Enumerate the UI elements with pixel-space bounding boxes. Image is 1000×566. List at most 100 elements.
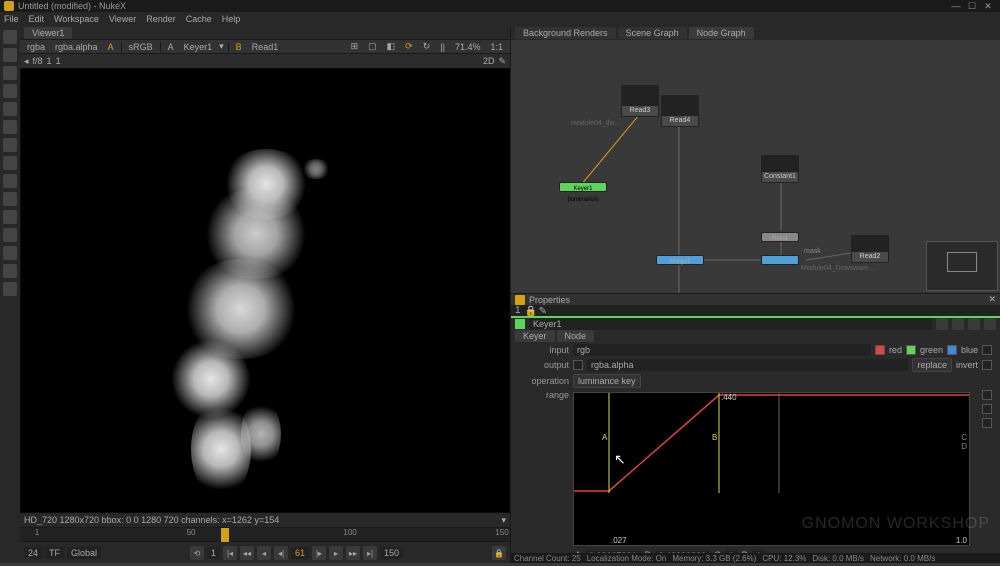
node-roto1[interactable]: Roto1 <box>761 232 799 242</box>
play-fwd-icon[interactable]: ▸ <box>329 546 343 560</box>
node-color-icon[interactable] <box>515 319 525 329</box>
replace-select[interactable]: replace <box>912 358 952 372</box>
node-close-icon[interactable] <box>984 318 996 330</box>
node-redo-icon[interactable] <box>952 318 964 330</box>
tool-deep-icon[interactable] <box>3 228 17 242</box>
node-name-field[interactable]: Keyer1 <box>529 318 932 330</box>
tool-filter-icon[interactable] <box>3 120 17 134</box>
range-start[interactable]: 1 <box>207 547 220 559</box>
ipr-icon[interactable]: || <box>437 42 448 52</box>
menu-render[interactable]: Render <box>146 14 176 24</box>
first-frame-icon[interactable]: |◂ <box>223 546 237 560</box>
aperture-display[interactable]: f/8 <box>33 56 43 66</box>
node-read4[interactable]: Read4 <box>661 95 699 127</box>
channel-letter[interactable]: A <box>105 42 117 52</box>
node-graph[interactable]: Read3 Read4 module04_dw... Constant1 Key… <box>511 40 1000 293</box>
range-btn-1[interactable] <box>982 390 992 400</box>
current-frame[interactable]: 61 <box>291 547 309 559</box>
proxy-icon[interactable]: ◧ <box>384 41 399 52</box>
tool-keyer-icon[interactable] <box>3 138 17 152</box>
timeline-ruler[interactable]: 1 50 100 150 <box>20 528 510 542</box>
tool-other-icon[interactable] <box>3 282 17 296</box>
input-a-select[interactable]: Keyer1 <box>181 42 216 52</box>
tool-particles-icon[interactable] <box>3 210 17 224</box>
menu-edit[interactable]: Edit <box>29 14 45 24</box>
tool-time-icon[interactable] <box>3 66 17 80</box>
timeformat-select[interactable]: TF <box>45 547 64 559</box>
play-back-icon[interactable]: ◂ <box>257 546 271 560</box>
step-fwd-icon[interactable]: |▸ <box>312 546 326 560</box>
frame-display2[interactable]: 1 <box>56 56 61 66</box>
viewer-canvas[interactable] <box>20 68 510 513</box>
blue-checkbox[interactable] <box>947 345 957 355</box>
ratio-display[interactable]: 1:1 <box>487 42 506 52</box>
menu-viewer[interactable]: Viewer <box>109 14 136 24</box>
wipe-icon[interactable]: ✎ <box>498 56 506 67</box>
tool-3d-icon[interactable] <box>3 192 17 206</box>
node-constant1[interactable]: Constant1 <box>761 155 799 183</box>
tab-background-renders[interactable]: Background Renders <box>515 27 616 39</box>
tool-transform-icon[interactable] <box>3 174 17 188</box>
loop-icon[interactable]: ⟲ <box>190 546 204 560</box>
pause-icon[interactable]: ⟳ <box>402 41 416 52</box>
prev-frame-icon[interactable]: ◂ <box>24 56 29 67</box>
menu-cache[interactable]: Cache <box>186 14 212 24</box>
maximize-button[interactable]: ☐ <box>964 1 980 12</box>
tool-metadata-icon[interactable] <box>3 264 17 278</box>
input-channel-select[interactable]: rgb <box>573 344 871 356</box>
node-graph-minimap[interactable] <box>926 241 998 291</box>
last-frame-icon[interactable]: ▸| <box>363 546 377 560</box>
roi-icon[interactable]: ▢ <box>365 41 380 52</box>
operation-select[interactable]: luminance key <box>573 374 641 388</box>
output-none-checkbox[interactable] <box>573 360 583 370</box>
tab-scene-graph[interactable]: Scene Graph <box>618 27 687 39</box>
viewer-tab[interactable]: Viewer1 <box>24 27 72 39</box>
node-keyer1[interactable]: Keyer1 (luminance) <box>559 182 607 192</box>
red-checkbox[interactable] <box>875 345 885 355</box>
colorspace-select[interactable]: sRGB <box>126 42 156 52</box>
step-back-icon[interactable]: ◂| <box>274 546 288 560</box>
range-btn-3[interactable] <box>982 418 992 428</box>
range-btn-2[interactable] <box>982 404 992 414</box>
alpha-checkbox[interactable] <box>982 345 992 355</box>
clear-panel-icon[interactable]: ✎ <box>539 306 549 316</box>
zoom-display[interactable]: 71.4% <box>452 42 484 52</box>
prev-key-icon[interactable]: ◂◂ <box>240 546 254 560</box>
tool-image-icon[interactable] <box>3 30 17 44</box>
tool-merge-icon[interactable] <box>3 156 17 170</box>
tool-channel-icon[interactable] <box>3 84 17 98</box>
tool-views-icon[interactable] <box>3 246 17 260</box>
dimension-toggle[interactable]: 2D <box>483 56 495 66</box>
invert-checkbox[interactable] <box>982 360 992 370</box>
channel-layer-select[interactable]: rgba <box>24 42 48 52</box>
lock-panel-icon[interactable]: 🔒 <box>525 306 535 316</box>
next-key-icon[interactable]: ▸▸ <box>346 546 360 560</box>
prop-tab-node[interactable]: Node <box>557 330 595 342</box>
close-button[interactable]: ✕ <box>980 1 996 12</box>
minimize-button[interactable]: — <box>948 1 964 11</box>
playhead[interactable] <box>221 528 229 542</box>
green-checkbox[interactable] <box>906 345 916 355</box>
menu-workspace[interactable]: Workspace <box>54 14 99 24</box>
channel-select[interactable]: rgba.alpha <box>52 42 101 52</box>
node-read2[interactable]: Read2 <box>851 235 889 263</box>
range-end[interactable]: 150 <box>380 547 403 559</box>
node-merge2[interactable] <box>761 255 799 265</box>
clip-icon[interactable]: ⊞ <box>348 41 362 52</box>
node-merge1[interactable]: Merge1 <box>656 255 704 265</box>
fps-select[interactable]: 24 <box>24 547 42 559</box>
node-help-icon[interactable] <box>968 318 980 330</box>
scope-select[interactable]: Global <box>67 547 101 559</box>
menu-help[interactable]: Help <box>222 14 241 24</box>
tab-node-graph[interactable]: Node Graph <box>689 27 754 39</box>
node-read3[interactable]: Read3 <box>621 85 659 117</box>
refresh-icon[interactable]: ↻ <box>420 41 434 52</box>
menu-file[interactable]: File <box>4 14 19 24</box>
tool-color-icon[interactable] <box>3 102 17 116</box>
frame-display[interactable]: 1 <box>47 56 52 66</box>
properties-close-icon[interactable]: ✕ <box>988 294 996 305</box>
node-undo-icon[interactable] <box>936 318 948 330</box>
lock-icon[interactable]: 🔒 <box>492 546 506 560</box>
tool-draw-icon[interactable] <box>3 48 17 62</box>
output-channel-select[interactable]: rgba.alpha <box>587 359 908 371</box>
